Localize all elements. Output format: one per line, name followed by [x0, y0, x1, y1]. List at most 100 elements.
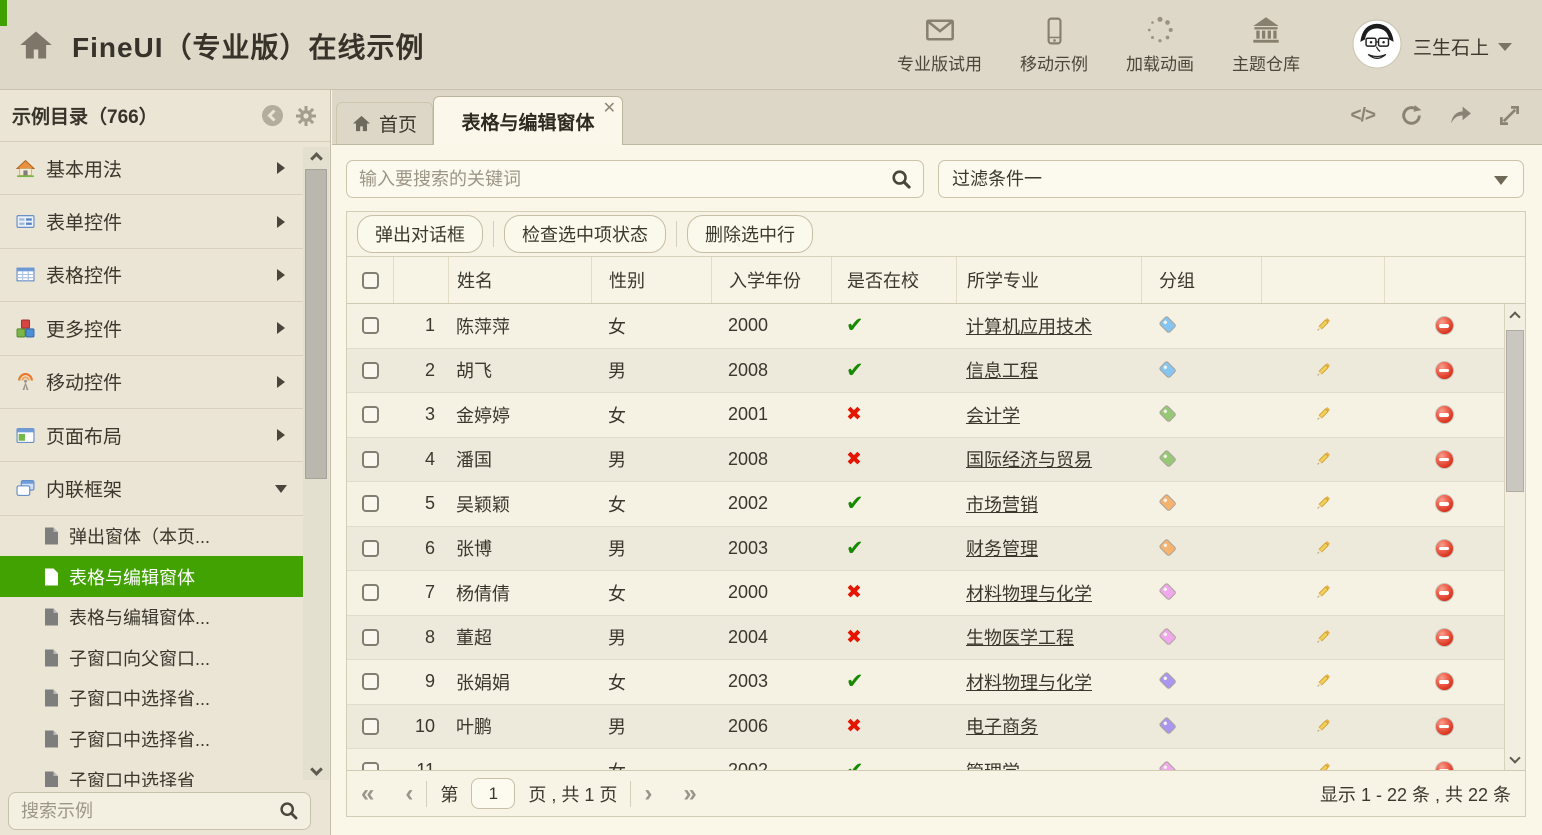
col-major[interactable]: 所学专业: [956, 257, 1141, 303]
scroll-up-icon[interactable]: [303, 147, 329, 169]
scrollbar-thumb[interactable]: [305, 169, 327, 479]
last-page-icon[interactable]: »: [683, 782, 696, 806]
check-selection-button[interactable]: 检查选中项状态: [504, 215, 666, 253]
major-link[interactable]: 管理学: [966, 758, 1020, 771]
edit-pencil-icon[interactable]: [1312, 404, 1333, 425]
delete-icon[interactable]: [1435, 672, 1454, 691]
major-link[interactable]: 计算机应用技术: [966, 313, 1092, 339]
sidebar-subitem[interactable]: 子窗口中选择省...: [0, 678, 303, 719]
major-link[interactable]: 材料物理与化学: [966, 580, 1092, 606]
cell-name: 张博: [448, 527, 591, 571]
sidebar-item-layout[interactable]: 页面布局: [0, 409, 303, 462]
sidebar-subitem[interactable]: 弹出窗体（本页...: [0, 516, 303, 557]
major-link[interactable]: 电子商务: [966, 713, 1038, 739]
delete-icon[interactable]: [1435, 494, 1454, 513]
row-checkbox[interactable]: [362, 673, 379, 690]
home-icon[interactable]: [18, 27, 54, 63]
search-icon[interactable]: [891, 169, 912, 190]
col-gender[interactable]: 性别: [591, 257, 711, 303]
row-checkbox[interactable]: [362, 495, 379, 512]
delete-icon[interactable]: [1435, 583, 1454, 602]
major-link[interactable]: 信息工程: [966, 357, 1038, 383]
row-checkbox[interactable]: [362, 718, 379, 735]
sidebar-item-mobile[interactable]: 移动控件: [0, 356, 303, 409]
scroll-up-icon[interactable]: [1505, 306, 1525, 328]
edit-pencil-icon[interactable]: [1312, 627, 1333, 648]
scrollbar-thumb[interactable]: [1506, 330, 1524, 492]
code-icon[interactable]: </>: [1351, 105, 1375, 127]
expand-icon[interactable]: [1497, 103, 1522, 128]
table-scrollbar[interactable]: [1504, 304, 1525, 771]
major-link[interactable]: 会计学: [966, 402, 1020, 428]
delete-icon[interactable]: [1435, 628, 1454, 647]
sidebar-item-grid[interactable]: 表格控件: [0, 249, 303, 302]
edit-pencil-icon[interactable]: [1312, 671, 1333, 692]
edit-pencil-icon[interactable]: [1312, 315, 1333, 336]
select-all-checkbox[interactable]: [362, 272, 379, 289]
row-checkbox[interactable]: [362, 406, 379, 423]
sidebar-item-iframe[interactable]: 内联框架: [0, 462, 303, 515]
sidebar-item-form[interactable]: 表单控件: [0, 195, 303, 248]
row-checkbox[interactable]: [362, 362, 379, 379]
delete-icon[interactable]: [1435, 361, 1454, 380]
edit-pencil-icon[interactable]: [1312, 582, 1333, 603]
share-icon[interactable]: [1448, 103, 1473, 128]
sidebar-item-more[interactable]: 更多控件: [0, 302, 303, 355]
keyword-search-input[interactable]: [347, 169, 891, 190]
major-link[interactable]: 国际经济与贸易: [966, 446, 1092, 472]
sidebar-search-input[interactable]: [9, 801, 279, 822]
edit-pencil-icon[interactable]: [1312, 716, 1333, 737]
sidebar-subitem[interactable]: 子窗口中选择省...: [0, 719, 303, 760]
col-group[interactable]: 分组: [1141, 257, 1261, 303]
edit-pencil-icon[interactable]: [1312, 538, 1333, 559]
nav-themes[interactable]: 主题仓库: [1232, 13, 1300, 75]
page-number-input[interactable]: [471, 778, 515, 809]
major-link[interactable]: 生物医学工程: [966, 624, 1074, 650]
row-checkbox[interactable]: [362, 451, 379, 468]
col-enrolled[interactable]: 是否在校: [831, 257, 956, 303]
row-checkbox[interactable]: [362, 629, 379, 646]
major-link[interactable]: 材料物理与化学: [966, 669, 1092, 695]
close-icon[interactable]: ✕: [603, 98, 616, 118]
nav-trial[interactable]: 专业版试用: [897, 13, 982, 75]
sidebar-item-basic[interactable]: 基本用法: [0, 142, 303, 195]
major-link[interactable]: 财务管理: [966, 535, 1038, 561]
delete-icon[interactable]: [1435, 316, 1454, 335]
edit-pencil-icon[interactable]: [1312, 360, 1333, 381]
avatar[interactable]: [1352, 19, 1402, 69]
delete-selected-button[interactable]: 删除选中行: [687, 215, 813, 253]
gear-icon[interactable]: [294, 104, 318, 128]
row-checkbox[interactable]: [362, 540, 379, 557]
sidebar-scrollbar[interactable]: [303, 147, 329, 780]
sidebar-subitem-active[interactable]: 表格与编辑窗体: [0, 556, 303, 597]
edit-pencil-icon[interactable]: [1312, 493, 1333, 514]
delete-icon[interactable]: [1435, 539, 1454, 558]
sidebar-subitem[interactable]: 子窗口向父窗口...: [0, 638, 303, 679]
tab-active[interactable]: 表格与编辑窗体 ✕: [433, 96, 623, 145]
nav-mobile[interactable]: 移动示例: [1020, 13, 1088, 75]
refresh-icon[interactable]: [1399, 103, 1424, 128]
prev-page-icon[interactable]: ‹: [405, 782, 413, 806]
first-page-icon[interactable]: «: [361, 782, 374, 806]
nav-loading[interactable]: 加载动画: [1126, 13, 1194, 75]
search-icon[interactable]: [279, 801, 299, 821]
col-name[interactable]: 姓名: [448, 257, 591, 303]
collapse-back-icon[interactable]: [261, 104, 284, 127]
col-year[interactable]: 入学年份: [711, 257, 831, 303]
open-dialog-button[interactable]: 弹出对话框: [357, 215, 483, 253]
scroll-down-icon[interactable]: [1505, 747, 1525, 769]
user-menu[interactable]: 三生石上: [1413, 33, 1512, 60]
delete-icon[interactable]: [1435, 717, 1454, 736]
scroll-down-icon[interactable]: [303, 758, 329, 780]
edit-pencil-icon[interactable]: [1312, 449, 1333, 470]
delete-icon[interactable]: [1435, 450, 1454, 469]
sidebar-subitem[interactable]: 子窗口中选择省: [0, 759, 303, 787]
tab-home[interactable]: 首页: [336, 102, 433, 144]
delete-icon[interactable]: [1435, 405, 1454, 424]
major-link[interactable]: 市场营销: [966, 491, 1038, 517]
filter-dropdown[interactable]: 过滤条件一: [938, 160, 1524, 198]
sidebar-subitem[interactable]: 表格与编辑窗体...: [0, 597, 303, 638]
row-checkbox[interactable]: [362, 584, 379, 601]
row-checkbox[interactable]: [362, 317, 379, 334]
next-page-icon[interactable]: ›: [644, 782, 652, 806]
